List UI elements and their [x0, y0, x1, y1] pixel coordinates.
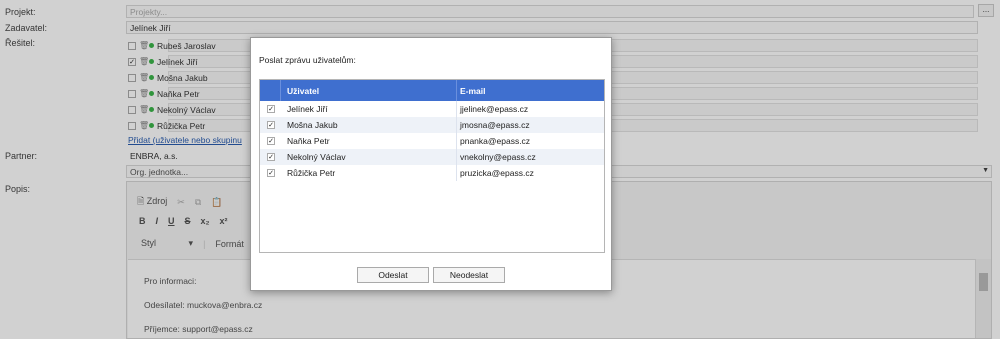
table-row[interactable]: ✓ Jelínek Jiří jjelinek@epass.cz — [260, 101, 604, 117]
user-name: Mošna Jakub — [287, 120, 338, 130]
table-row[interactable]: ✓ Mošna Jakub jmosna@epass.cz — [260, 117, 604, 133]
table-row[interactable]: ✓ Naňka Petr pnanka@epass.cz — [260, 133, 604, 149]
user-name: Nekolný Václav — [287, 152, 346, 162]
column-separator — [456, 80, 457, 101]
user-email: pruzicka@epass.cz — [460, 168, 534, 178]
user-name: Naňka Petr — [287, 136, 330, 146]
user-email: jmosna@epass.cz — [460, 120, 530, 130]
cancel-button[interactable]: Neodeslat — [433, 267, 505, 283]
row-checkbox[interactable]: ✓ — [267, 105, 275, 113]
user-email: jjelinek@epass.cz — [460, 104, 529, 114]
column-separator — [456, 165, 457, 181]
row-checkbox[interactable]: ✓ — [267, 153, 275, 161]
dialog-title: Poslat zprávu uživatelům: — [259, 55, 356, 65]
user-email: pnanka@epass.cz — [460, 136, 531, 146]
table-header: Uživatel E-mail — [260, 80, 604, 101]
send-button[interactable]: Odeslat — [357, 267, 429, 283]
row-checkbox[interactable]: ✓ — [267, 137, 275, 145]
user-name: Růžička Petr — [287, 168, 336, 178]
table-row[interactable]: ✓ Nekolný Václav vnekolny@epass.cz — [260, 149, 604, 165]
column-header-user[interactable]: Uživatel — [287, 86, 319, 96]
select-all-header[interactable] — [260, 80, 281, 101]
users-table: Uživatel E-mail ✓ Jelínek Jiří jjelinek@… — [259, 79, 605, 253]
user-name: Jelínek Jiří — [287, 104, 328, 114]
table-row[interactable]: ✓ Růžička Petr pruzicka@epass.cz — [260, 165, 604, 181]
user-email: vnekolny@epass.cz — [460, 152, 536, 162]
column-separator — [456, 133, 457, 149]
column-header-email[interactable]: E-mail — [460, 86, 486, 96]
column-separator — [456, 101, 457, 117]
row-checkbox[interactable]: ✓ — [267, 169, 275, 177]
column-separator — [456, 117, 457, 133]
send-message-dialog: Poslat zprávu uživatelům: Uživatel E-mai… — [250, 37, 612, 291]
column-separator — [456, 149, 457, 165]
row-checkbox[interactable]: ✓ — [267, 121, 275, 129]
